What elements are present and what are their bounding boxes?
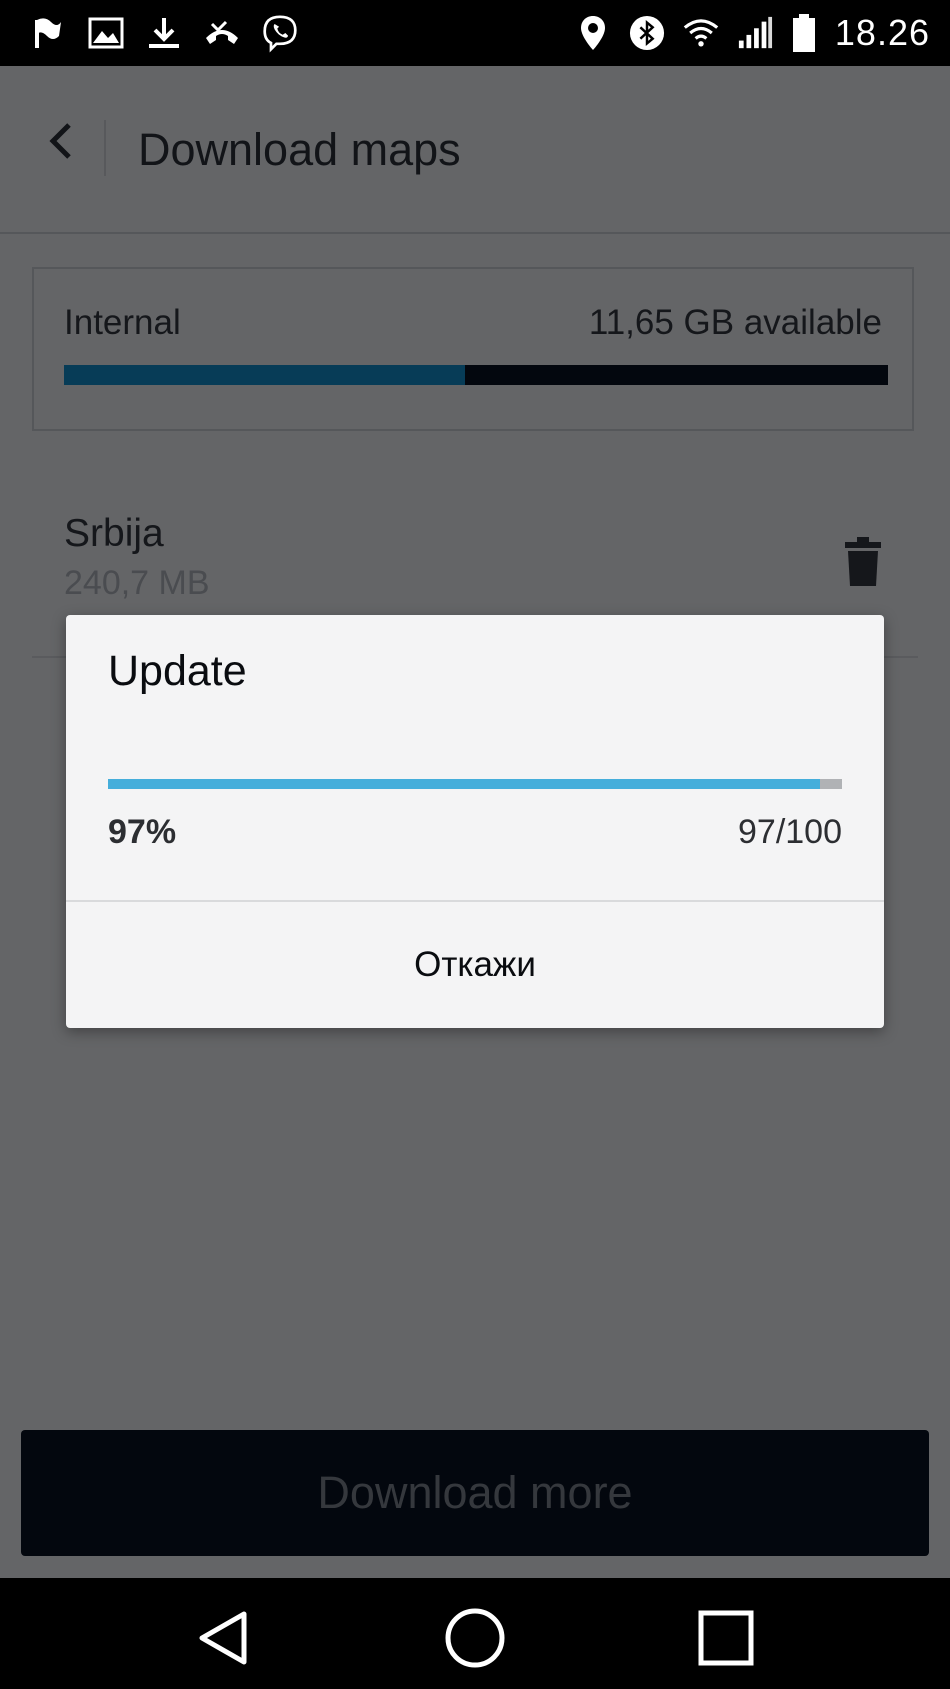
chevron-left-icon [49,123,71,159]
back-button[interactable] [36,116,86,166]
storage-available: 11,65 GB available [588,303,882,342]
storage-usage-bar [64,365,888,385]
wifi-icon [683,13,719,53]
location-icon [575,13,611,53]
system-icons: 18.26 [575,8,930,58]
nav-home-button[interactable] [443,1606,507,1670]
viber-icon [262,13,298,53]
delete-map-button[interactable] [838,532,888,592]
update-progress-fill [108,779,820,789]
update-progress-bar [108,779,842,789]
clock: 18.26 [834,12,930,53]
download-icon [146,13,182,53]
progress-percent: 97% [108,813,177,851]
map-size: 240,7 MB [64,564,210,602]
progress-count: 97/100 [738,813,842,851]
storage-label: Internal [64,303,181,342]
storage-card: Internal 11,65 GB available [32,267,914,431]
back-triangle-icon [199,1611,247,1665]
signal-icon [737,13,773,53]
dialog-title: Update [108,647,247,695]
download-more-button[interactable]: Download more [21,1430,929,1556]
storage-usage-fill [64,365,466,385]
cancel-button[interactable]: Откажи [66,902,884,1028]
navigation-bar [0,1578,950,1689]
flag-icon [30,13,66,53]
status-bar: 18.26 [0,0,950,66]
nav-back-button[interactable] [192,1606,256,1670]
update-dialog: Update 97% 97/100 Откажи [66,615,884,1028]
toolbar-divider [104,120,106,176]
bluetooth-icon [629,13,665,53]
missed-call-icon [204,13,240,53]
recents-square-icon [698,1610,754,1666]
page-title: Download maps [138,124,461,175]
battery-icon [791,13,817,53]
map-name: Srbija [64,512,164,555]
toolbar: Download maps [0,66,950,234]
nav-recents-button[interactable] [694,1606,758,1670]
image-icon [88,13,124,53]
trash-icon [845,537,881,586]
notification-icons [30,10,298,56]
home-circle-icon [445,1608,505,1668]
